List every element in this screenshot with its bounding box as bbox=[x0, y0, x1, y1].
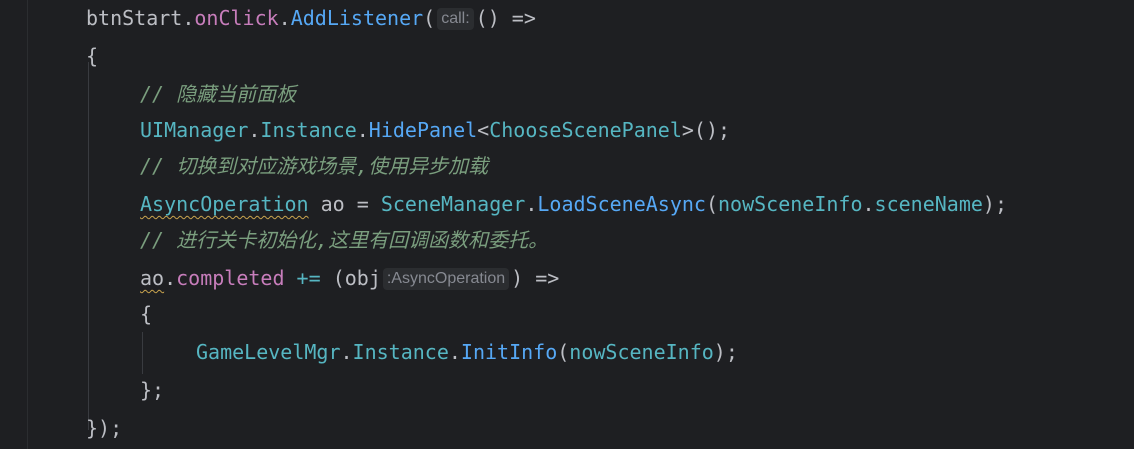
token-dot: . bbox=[182, 6, 195, 30]
token-brace: }; bbox=[140, 378, 165, 402]
token-field: sceneName bbox=[874, 192, 983, 216]
code-line-4[interactable]: UIManager.Instance.HidePanel<ChooseScene… bbox=[0, 112, 730, 148]
code-line-11[interactable]: }; bbox=[0, 372, 164, 408]
token-class: SceneManager bbox=[380, 192, 526, 216]
token-argument: nowSceneInfo bbox=[718, 192, 863, 216]
parameter-hint: call: bbox=[437, 8, 474, 30]
token-event: completed bbox=[176, 266, 285, 290]
comment: // 隐藏当前面板 bbox=[140, 82, 297, 106]
token-receiver: btnStart bbox=[86, 6, 183, 30]
token-brace: { bbox=[86, 44, 99, 68]
token-dot: . bbox=[248, 118, 261, 142]
token-brace: { bbox=[140, 302, 153, 326]
token-tail: >(); bbox=[681, 118, 731, 142]
token-paren: ( bbox=[332, 266, 345, 290]
token-paren: ( bbox=[423, 6, 436, 30]
token-generic: ChooseScenePanel bbox=[489, 118, 682, 142]
code-line-1[interactable]: btnStart.onClick.AddListener(call:() => bbox=[0, 0, 536, 36]
token-class: GameLevelMgr bbox=[196, 340, 341, 364]
token-paren: ( bbox=[705, 192, 718, 216]
token-arrow: => bbox=[523, 266, 560, 290]
token-member: onClick bbox=[194, 6, 279, 30]
token-paren: ); bbox=[713, 340, 738, 364]
code-line-2[interactable]: { bbox=[0, 38, 98, 74]
code-line-9[interactable]: { bbox=[0, 296, 152, 332]
code-line-6[interactable]: AsyncOperation ao = SceneManager.LoadSce… bbox=[0, 186, 1007, 222]
token-brace: }); bbox=[86, 416, 123, 440]
token-dot: . bbox=[525, 192, 538, 216]
token-property: Instance bbox=[352, 340, 449, 364]
token-paren: ); bbox=[982, 192, 1008, 216]
token-method: LoadSceneAsync bbox=[537, 192, 706, 216]
code-line-7[interactable]: // 进行关卡初始化,这里有回调函数和委托。 bbox=[0, 222, 548, 258]
token-variable: ao = bbox=[308, 192, 381, 216]
token-class: UIManager bbox=[140, 118, 249, 142]
token-paren: ( bbox=[557, 340, 570, 364]
token-dot: . bbox=[340, 340, 353, 364]
token-dot: . bbox=[278, 6, 291, 30]
token-angle: < bbox=[477, 118, 490, 142]
token-method: AddListener bbox=[290, 6, 424, 30]
code-line-10[interactable]: GameLevelMgr.Instance.InitInfo(nowSceneI… bbox=[0, 334, 738, 370]
token-dot: . bbox=[164, 266, 177, 290]
token-dot: . bbox=[862, 192, 875, 216]
token-lambda: () => bbox=[475, 6, 536, 30]
token-dot: . bbox=[448, 340, 461, 364]
token-method: HidePanel bbox=[368, 118, 478, 142]
token-paren: ) bbox=[511, 266, 524, 290]
token-argument: nowSceneInfo bbox=[569, 340, 714, 364]
code-line-8[interactable]: ao.completed += (obj:AsyncOperation) => bbox=[0, 260, 559, 296]
token-dot: . bbox=[356, 118, 369, 142]
type-hint: :AsyncOperation bbox=[382, 268, 510, 290]
comment: // 进行关卡初始化,这里有回调函数和委托。 bbox=[140, 228, 549, 252]
token-property: Instance bbox=[260, 118, 357, 142]
token-operator: += bbox=[284, 266, 333, 290]
code-line-3[interactable]: // 隐藏当前面板 bbox=[0, 76, 296, 112]
token-method: InitInfo bbox=[460, 340, 558, 364]
comment: // 切换到对应游戏场景,使用异步加载 bbox=[140, 154, 489, 178]
code-line-12[interactable]: }); bbox=[0, 410, 122, 446]
code-line-5[interactable]: // 切换到对应游戏场景,使用异步加载 bbox=[0, 148, 488, 184]
token-param: obj bbox=[344, 266, 381, 290]
token-type: AsyncOperation bbox=[140, 192, 309, 216]
token-variable: ao bbox=[140, 266, 165, 290]
code-editor[interactable]: btnStart.onClick.AddListener(call:() => … bbox=[0, 0, 1134, 449]
